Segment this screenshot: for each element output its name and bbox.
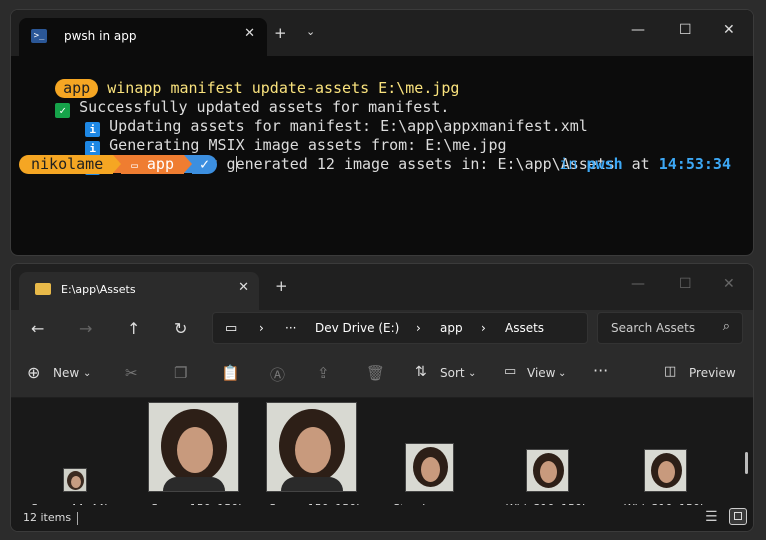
chevron-right-icon: › <box>481 321 486 335</box>
file-thumbnail <box>266 402 357 492</box>
file-thumbnail <box>644 449 687 492</box>
close-window-button[interactable]: ✕ <box>723 22 735 38</box>
up-icon[interactable]: ↑ <box>127 319 140 338</box>
right-prompt: in pwsh at 14:53:34 <box>559 155 731 174</box>
chevron-right-icon: › <box>416 321 421 335</box>
breadcrumb-app[interactable]: app <box>440 321 463 335</box>
item-count: 12 items <box>23 511 72 524</box>
breadcrumb-drive[interactable]: Dev Drive (E:) <box>315 321 399 335</box>
shirt-shape <box>163 477 225 491</box>
delete-icon[interactable]: 🗑 <box>366 364 385 382</box>
terminal-tab[interactable]: >_ pwsh in app ✕ <box>19 18 267 56</box>
shirt-shape <box>281 477 343 491</box>
folder-icon: ▭ <box>131 159 138 172</box>
prompt-user-segment: nikolame <box>19 155 114 174</box>
view-button[interactable]: View <box>527 366 555 380</box>
face-image <box>540 461 557 483</box>
prompt-folder-segment: ▭ app <box>121 155 184 174</box>
command-bar: ⊕ New ⌄ ✂ ❐ 📋 Ⓐ ⇪ 🗑 ⇅ Sort ⌄ ▭ View ⌄ ··… <box>11 352 753 398</box>
right-prompt-at: at <box>631 155 650 173</box>
right-prompt-in: in <box>559 155 578 173</box>
file-thumbnail <box>405 443 454 492</box>
face-image <box>177 427 213 473</box>
close-tab-icon[interactable]: ✕ <box>244 26 255 41</box>
more-locations-icon[interactable]: ··· <box>285 321 296 335</box>
details-view-icon[interactable]: ☰ <box>705 509 718 525</box>
back-icon[interactable]: ← <box>31 319 44 338</box>
address-bar[interactable]: ▭ › ··· Dev Drive (E:) › app › Assets <box>212 312 588 344</box>
search-icon: ⌕ <box>722 319 730 334</box>
terminal-titlebar: >_ pwsh in app ✕ + ⌄ — ☐ ✕ <box>11 10 753 56</box>
refresh-icon[interactable]: ↻ <box>174 319 187 338</box>
face-image <box>71 476 81 488</box>
computer-icon: ▭ <box>225 321 238 336</box>
tab-dropdown-button[interactable]: ⌄ <box>306 25 315 38</box>
minimize-button[interactable]: — <box>631 276 645 292</box>
close-window-button[interactable]: ✕ <box>723 276 735 292</box>
explorer-tab[interactable]: E:\app\Assets ✕ <box>19 272 259 310</box>
face-image <box>295 427 331 473</box>
maximize-button[interactable]: ☐ <box>679 22 692 38</box>
terminal-tab-title: pwsh in app <box>64 29 137 43</box>
file-thumbnail <box>148 402 239 492</box>
close-tab-icon[interactable]: ✕ <box>238 280 249 295</box>
paste-icon[interactable]: 📋 <box>221 364 240 382</box>
file-thumbnail <box>526 449 569 492</box>
prompt-bar: nikolame ▭ app ✓ <box>19 155 238 174</box>
preview-button[interactable]: Preview <box>689 366 736 380</box>
chevron-down-icon: ⌄ <box>468 368 477 379</box>
share-icon[interactable]: ⇪ <box>317 364 330 382</box>
maximize-button[interactable]: ☐ <box>679 276 692 292</box>
copy-icon[interactable]: ❐ <box>174 364 187 382</box>
file-thumbnail <box>63 468 87 492</box>
more-options-icon[interactable]: ··· <box>593 361 608 380</box>
terminal-window: >_ pwsh in app ✕ + ⌄ — ☐ ✕ app winapp ma… <box>10 9 754 256</box>
cursor <box>236 156 238 172</box>
file-grid: Square44x44Logo... Square150x150Lo... Sq… <box>11 399 753 515</box>
chevron-down-icon: ⌄ <box>83 368 92 379</box>
explorer-window: E:\app\Assets ✕ + — ☐ ✕ ← → ↑ ↻ ▭ › ··· … <box>10 263 754 532</box>
new-button[interactable]: New <box>53 366 79 380</box>
explorer-titlebar: E:\app\Assets ✕ + — ☐ ✕ <box>11 264 753 310</box>
large-icons-view-icon[interactable] <box>729 508 747 525</box>
preview-pane-icon: ◫ <box>664 364 677 379</box>
folder-icon <box>35 283 51 295</box>
plus-circle-icon: ⊕ <box>27 363 41 382</box>
prompt-folder-label: app <box>146 155 174 173</box>
divider <box>77 512 78 525</box>
sort-icon: ⇅ <box>415 364 427 380</box>
minimize-button[interactable]: — <box>631 22 645 38</box>
rename-icon[interactable]: Ⓐ <box>270 364 285 385</box>
new-tab-button[interactable]: + <box>274 24 287 42</box>
face-image <box>421 457 440 482</box>
large-icon-glyph <box>734 512 742 520</box>
face-image <box>658 461 675 483</box>
explorer-tab-title: E:\app\Assets <box>61 283 136 296</box>
view-icon: ▭ <box>504 364 517 379</box>
search-input[interactable]: Search Assets ⌕ <box>597 312 743 344</box>
sort-button[interactable]: Sort <box>440 366 465 380</box>
cut-icon[interactable]: ✂ <box>125 364 138 382</box>
chevron-right-icon: › <box>259 321 264 335</box>
search-placeholder: Search Assets <box>611 321 696 335</box>
breadcrumb-assets[interactable]: Assets <box>505 321 544 335</box>
right-prompt-shell: pwsh <box>586 155 623 173</box>
powershell-icon: >_ <box>31 29 47 43</box>
right-prompt-time: 14:53:34 <box>658 155 731 173</box>
scrollbar-thumb[interactable] <box>745 452 748 474</box>
forward-icon[interactable]: → <box>79 319 92 338</box>
chevron-down-icon: ⌄ <box>558 368 567 379</box>
status-bar: 12 items ☰ <box>11 505 753 531</box>
new-tab-button[interactable]: + <box>275 277 288 295</box>
git-status-segment: ✓ <box>192 155 218 174</box>
